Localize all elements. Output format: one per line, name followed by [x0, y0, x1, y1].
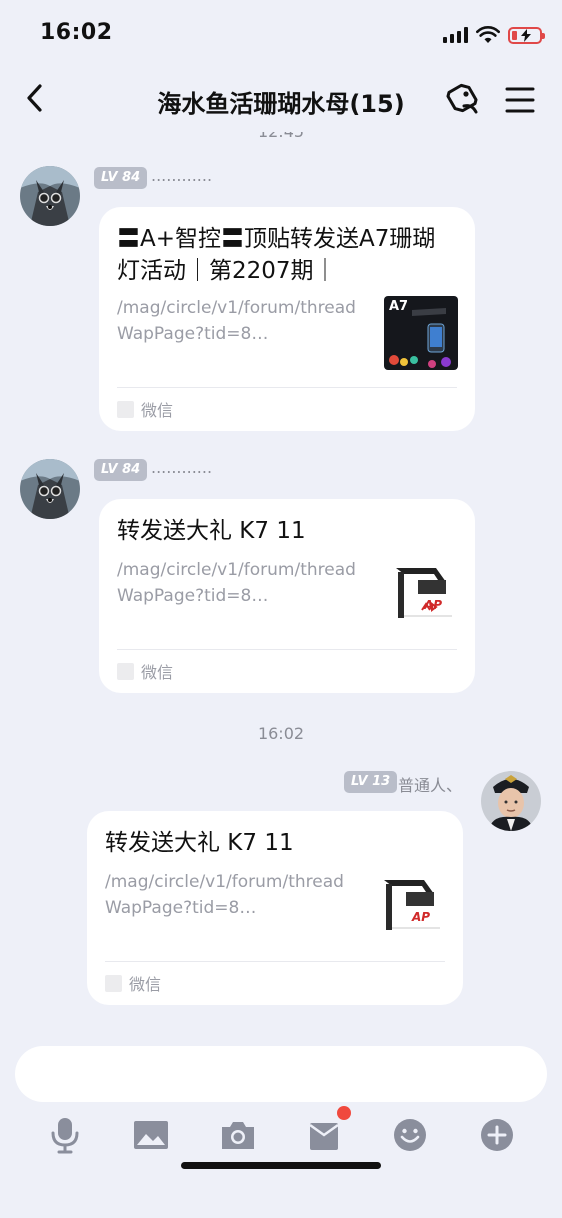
emoji-icon	[394, 1119, 426, 1151]
status-icons	[443, 24, 545, 46]
input-area	[0, 1036, 562, 1218]
home-indicator[interactable]	[181, 1162, 381, 1169]
image-icon	[134, 1121, 168, 1149]
more-button[interactable]	[474, 1112, 520, 1158]
card-thumbnail: AP	[384, 560, 458, 634]
avatar[interactable]	[481, 771, 541, 831]
card-description: /mag/circle/v1/forum/threadWapPage?tid=8…	[117, 298, 356, 344]
battery-icon	[508, 26, 545, 44]
status-bar: 16:02	[0, 0, 562, 66]
card-title: 〓A+智控〓顶贴转发送A7珊瑚灯活动｜第2207期｜	[117, 226, 436, 284]
level-badge: LV 13	[344, 771, 398, 793]
plus-icon	[481, 1119, 513, 1151]
card-thumbnail: AP	[372, 872, 446, 946]
emoji-button[interactable]	[387, 1112, 433, 1158]
avatar[interactable]	[20, 166, 80, 226]
thumbnail-label: AP	[412, 910, 431, 924]
level-badge: LV 84	[94, 459, 148, 481]
card-source: 微信	[117, 660, 173, 682]
card-title: 转发送大礼 K7 11	[105, 830, 294, 856]
thumbnail-label: A7	[389, 299, 409, 314]
link-card[interactable]: 〓A+智控〓顶贴转发送A7珊瑚灯活动｜第2207期｜ /mag/circle/v…	[99, 207, 475, 431]
chat-list[interactable]: 12:45 LV 84 ............ 〓A+智控〓顶贴转发送A7珊瑚…	[0, 132, 562, 1036]
divider	[117, 649, 457, 650]
toolbar	[0, 1106, 562, 1158]
menu-icon[interactable]	[500, 80, 540, 120]
wechat-icon	[105, 974, 122, 992]
card-source: 微信	[117, 398, 173, 420]
voice-button[interactable]	[42, 1112, 88, 1158]
level-badge: LV 84	[94, 167, 148, 189]
red-packet-icon	[309, 1123, 339, 1150]
nickname[interactable]: ............	[151, 458, 212, 477]
source-label: 微信	[141, 663, 174, 682]
timestamp: 12:45	[0, 132, 562, 141]
card-description: /mag/circle/v1/forum/threadWapPage?tid=8…	[105, 872, 344, 918]
notification-dot	[337, 1106, 351, 1120]
timestamp: 16:02	[257, 724, 305, 743]
card-thumbnail: A7	[384, 296, 458, 370]
avatar[interactable]	[20, 459, 80, 519]
wechat-icon	[117, 400, 134, 418]
cellular-signal-icon	[443, 27, 468, 43]
message-input[interactable]	[15, 1046, 547, 1102]
red-packet-button[interactable]	[301, 1106, 351, 1158]
card-source: 微信	[105, 972, 161, 994]
link-card[interactable]: 转发送大礼 K7 11 /mag/circle/v1/forum/threadW…	[87, 811, 463, 1005]
nav-bar: 海水鱼活珊瑚水母(15)	[0, 66, 562, 132]
nickname[interactable]: ............	[151, 166, 212, 185]
link-card[interactable]: 转发送大礼 K7 11 /mag/circle/v1/forum/threadW…	[99, 499, 475, 693]
camera-button[interactable]	[215, 1112, 261, 1158]
wifi-icon	[476, 26, 500, 43]
source-label: 微信	[141, 401, 174, 420]
image-button[interactable]	[128, 1112, 174, 1158]
nickname[interactable]: 普通人、	[398, 772, 462, 796]
card-title: 转发送大礼 K7 11	[117, 518, 306, 544]
card-description: /mag/circle/v1/forum/threadWapPage?tid=8…	[117, 560, 356, 606]
microphone-icon	[51, 1118, 79, 1154]
divider	[117, 387, 457, 388]
camera-icon	[222, 1122, 254, 1149]
wechat-icon	[117, 662, 134, 680]
group-tag-icon[interactable]	[442, 80, 482, 120]
thumbnail-label: AP	[424, 598, 443, 612]
status-time: 16:02	[40, 20, 113, 45]
divider	[105, 961, 445, 962]
source-label: 微信	[129, 975, 162, 994]
